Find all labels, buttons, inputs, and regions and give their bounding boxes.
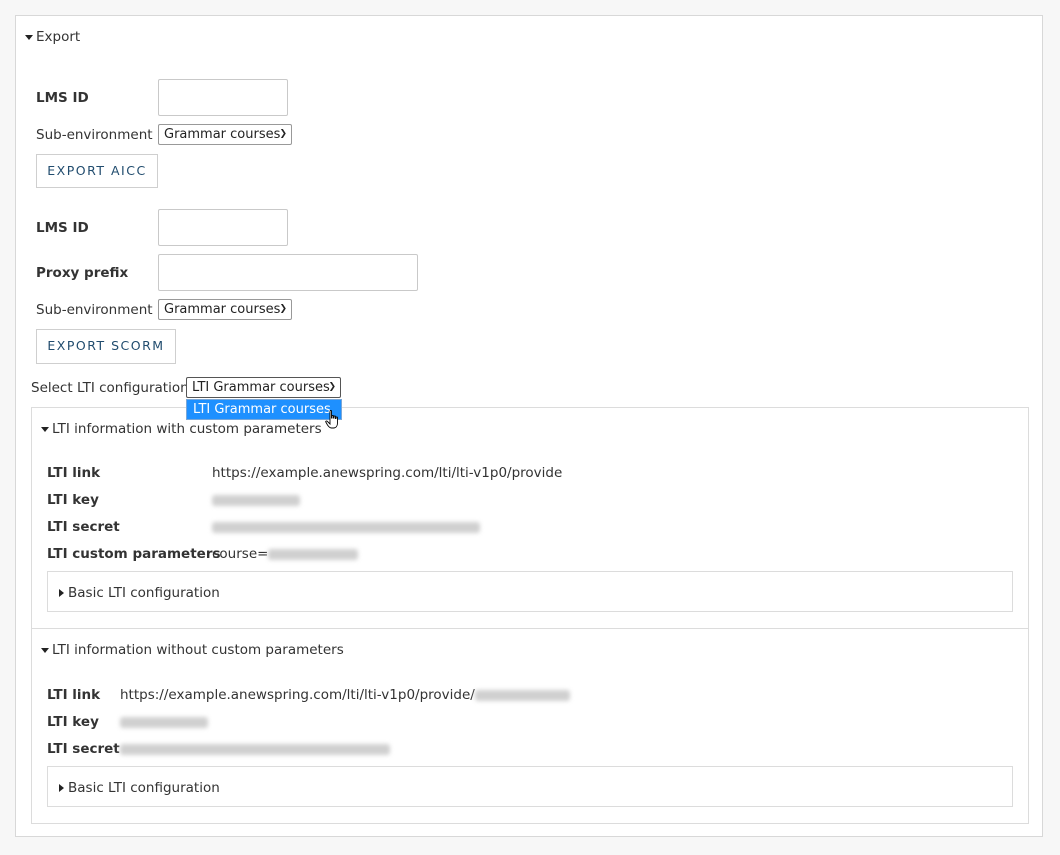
lti-select-label: Select LTI configuration	[31, 380, 189, 396]
scorm-subenv-select[interactable]: Grammar courses ❯	[158, 299, 292, 320]
lti-link-label: LTI link	[47, 465, 101, 481]
export-card: Export LMS ID Sub-environment Grammar co…	[15, 15, 1043, 837]
basic-lti-config-1[interactable]: Basic LTI configuration	[47, 571, 1013, 612]
lti-custom-params-label: LTI custom parameters	[47, 546, 221, 562]
lti-config-value: LTI Grammar courses	[192, 380, 330, 395]
aicc-lms-id-input[interactable]	[158, 79, 288, 116]
lti-custom-toggle[interactable]: LTI information with custom parameters	[41, 421, 322, 437]
aicc-subenv-select[interactable]: Grammar courses ❯	[158, 124, 292, 145]
lti-link-label-2: LTI link	[47, 687, 101, 703]
lti-secret-redacted-2	[120, 741, 390, 757]
basic-lti-config-2[interactable]: Basic LTI configuration	[47, 766, 1013, 807]
lti-custom-params-value: course=	[212, 546, 359, 562]
aicc-subenv-label: Sub-environment	[36, 127, 153, 143]
lti-custom-title: LTI information with custom parameters	[52, 421, 322, 437]
scorm-lms-id-input[interactable]	[158, 209, 288, 246]
chevron-down-icon: ❯	[279, 304, 287, 314]
lti-secret-label-2: LTI secret	[47, 741, 120, 757]
lti-custom-redacted	[268, 548, 359, 560]
lti-nocustom-toggle[interactable]: LTI information without custom parameter…	[41, 642, 344, 658]
scorm-lms-id-label: LMS ID	[36, 220, 89, 236]
lti-link-value: https://example.anewspring.com/lti/lti-v…	[212, 465, 563, 481]
chevron-down-icon: ❯	[279, 129, 287, 139]
lti-secret-redacted	[212, 519, 480, 535]
export-toggle[interactable]: Export	[25, 29, 80, 45]
lti-config-option[interactable]: LTI Grammar courses	[186, 399, 342, 420]
lti-link-value-2: https://example.anewspring.com/lti/lti-v…	[120, 687, 570, 703]
aicc-lms-id-label: LMS ID	[36, 90, 89, 106]
lti-key-redacted-2	[120, 714, 208, 730]
lti-panel: LTI information with custom parameters L…	[31, 407, 1029, 824]
proxy-prefix-label: Proxy prefix	[36, 265, 129, 281]
hand-cursor-icon	[325, 410, 338, 429]
caret-right-icon	[59, 784, 64, 792]
scorm-subenv-label: Sub-environment	[36, 302, 153, 318]
aicc-subenv-value: Grammar courses	[164, 127, 281, 142]
lti-key-redacted	[212, 492, 300, 508]
lti-key-label: LTI key	[47, 492, 99, 508]
caret-down-icon	[25, 34, 33, 40]
proxy-prefix-input[interactable]	[158, 254, 418, 291]
chevron-down-icon: ❯	[328, 382, 336, 392]
export-scorm-button[interactable]: EXPORT SCORM	[36, 329, 176, 364]
caret-right-icon	[59, 589, 64, 597]
export-title: Export	[36, 29, 81, 45]
caret-down-icon	[41, 647, 49, 653]
basic-lti-title-1: Basic LTI configuration	[68, 585, 220, 601]
lti-custom-prefix: course=	[212, 546, 269, 562]
scorm-subenv-value: Grammar courses	[164, 302, 281, 317]
lti-link-redacted	[474, 689, 570, 701]
lti-secret-label: LTI secret	[47, 519, 120, 535]
lti-nocustom-title: LTI information without custom parameter…	[52, 642, 344, 658]
lti-key-label-2: LTI key	[47, 714, 99, 730]
export-aicc-button[interactable]: EXPORT AICC	[36, 154, 158, 188]
lti-link-text-2: https://example.anewspring.com/lti/lti-v…	[120, 687, 475, 703]
basic-lti-title-2: Basic LTI configuration	[68, 780, 220, 796]
lti-config-select[interactable]: LTI Grammar courses ❯	[186, 377, 341, 398]
caret-down-icon	[41, 426, 49, 432]
divider	[32, 628, 1028, 629]
